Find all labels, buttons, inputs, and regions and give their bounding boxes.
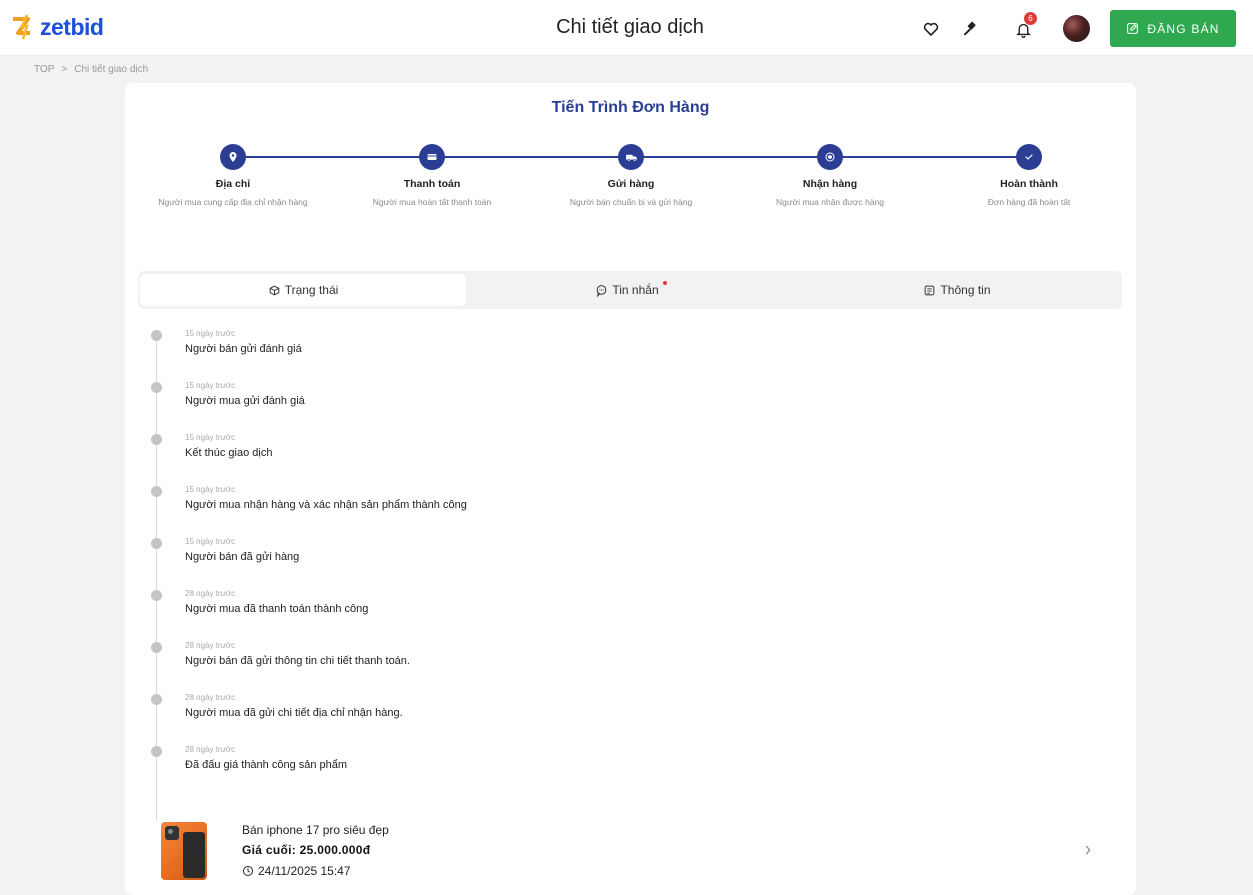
chat-icon xyxy=(597,284,607,297)
step-desc: Người mua hoàn tất thanh toán xyxy=(372,197,492,207)
timeline-item: 15 ngày trước Kết thúc giao dịch xyxy=(145,430,1105,482)
edit-icon xyxy=(1127,23,1139,34)
product-price: Giá cuối: 25.000.000đ xyxy=(242,843,371,857)
tab-label: Thông tin xyxy=(940,283,991,297)
chevron-right-icon[interactable] xyxy=(1080,840,1096,860)
timeline-item: 15 ngày trước Người mua nhận hàng và xác… xyxy=(145,482,1105,534)
timeline-item: 15 ngày trước Người bán gửi đánh giá xyxy=(145,326,1105,378)
unread-dot xyxy=(662,281,667,285)
timeline-time: 28 ngày trước xyxy=(185,589,236,598)
timeline-text: Kết thúc giao dịch xyxy=(185,447,273,459)
timeline-text: Người bán đã gửi hàng xyxy=(185,551,300,563)
check-icon xyxy=(1016,144,1042,170)
step-complete: Hoàn thành Đơn hàng đã hoàn tất xyxy=(934,144,1124,209)
timeline-time: 15 ngày trước xyxy=(185,433,236,442)
step-desc: Người mua cung cấp địa chỉ nhận hàng xyxy=(158,197,308,207)
timeline-dot xyxy=(151,538,162,549)
tab-status[interactable]: Trạng thái xyxy=(140,274,466,306)
clock-icon xyxy=(243,866,253,876)
timeline-dot xyxy=(151,382,162,393)
transaction-card: Tiến Trình Đơn Hàng Địa chỉ Người mua cu… xyxy=(125,83,1136,895)
logo-text: zetbid xyxy=(40,13,104,40)
product-image xyxy=(161,822,207,880)
card-icon xyxy=(419,144,445,170)
top-header: zetbid Chi tiết giao dịch 6 ĐĂNG BÁN xyxy=(0,0,1253,56)
camera-icon xyxy=(165,826,179,840)
timeline-text: Người bán đã gửi thông tin chi tiết than… xyxy=(185,655,410,667)
timeline-dot xyxy=(151,486,162,497)
timeline-dot xyxy=(151,590,162,601)
gavel-icon[interactable] xyxy=(960,18,982,40)
post-listing-button[interactable]: ĐĂNG BÁN xyxy=(1110,10,1236,47)
timeline-dot xyxy=(151,694,162,705)
tab-label: Tin nhắn xyxy=(612,283,659,297)
breadcrumb-separator: > xyxy=(61,64,68,75)
truck-icon xyxy=(618,144,644,170)
step-payment: Thanh toán Người mua hoàn tất thanh toán xyxy=(337,144,527,209)
breadcrumb-home[interactable]: TOP xyxy=(34,64,54,75)
step-desc: Người mua nhận được hàng xyxy=(775,197,885,207)
timeline-dot xyxy=(151,642,162,653)
heart-icon[interactable] xyxy=(920,18,942,40)
step-name: Gửi hàng xyxy=(607,178,655,190)
step-desc: Đơn hàng đã hoàn tất xyxy=(987,197,1071,207)
product-date-text: 24/11/2025 15:47 xyxy=(258,864,351,878)
timeline-text: Người mua đã gửi chi tiết địa chỉ nhận h… xyxy=(185,707,403,719)
timeline-time: 15 ngày trước xyxy=(185,329,236,338)
timeline-text: Người mua đã thanh toán thành công xyxy=(185,603,369,615)
timeline-text: Người mua gửi đánh giá xyxy=(185,395,305,407)
bell-icon[interactable]: 6 xyxy=(1012,12,1037,40)
timeline-item: 28 ngày trước Người mua đã gửi chi tiết … xyxy=(145,690,1105,742)
timeline-item: 28 ngày trước Người bán đã gửi thông tin… xyxy=(145,638,1105,690)
breadcrumb-current: Chi tiết giao dịch xyxy=(74,64,149,75)
tab-info[interactable]: Thông tin xyxy=(794,274,1120,306)
status-timeline: 15 ngày trước Người bán gửi đánh giá 15 … xyxy=(145,326,1105,821)
product-image-phone xyxy=(183,832,205,878)
timeline-time: 28 ngày trước xyxy=(185,693,236,702)
timeline-time: 28 ngày trước xyxy=(185,745,236,754)
timeline-item: 15 ngày trước Người bán đã gửi hàng xyxy=(145,534,1105,586)
timeline-item: 28 ngày trước Người mua đã thanh toán th… xyxy=(145,586,1105,638)
step-name: Nhận hàng xyxy=(802,178,858,190)
avatar[interactable] xyxy=(1063,15,1090,42)
breadcrumb: TOP > Chi tiết giao dịch xyxy=(34,64,148,75)
timeline-item: 28 ngày trước Đã đấu giá thành công sản … xyxy=(145,742,1105,794)
timeline-dot xyxy=(151,434,162,445)
timeline-text: Người bán gửi đánh giá xyxy=(185,343,302,355)
timeline-item: 15 ngày trước Người mua gửi đánh giá xyxy=(145,378,1105,430)
timeline-time: 15 ngày trước xyxy=(185,537,236,546)
tab-label: Trạng thái xyxy=(284,283,339,297)
step-desc: Người bán chuẩn bị và gửi hàng xyxy=(569,197,693,207)
tab-bar: Trạng thái Tin nhắn Thông tin xyxy=(138,271,1122,309)
timeline-time: 15 ngày trước xyxy=(185,485,236,494)
step-shipping: Gửi hàng Người bán chuẩn bị và gửi hàng xyxy=(536,144,726,209)
step-name: Hoàn thành xyxy=(1000,178,1058,190)
timeline-time: 15 ngày trước xyxy=(185,381,236,390)
page-title: Chi tiết giao dịch xyxy=(556,16,704,38)
timeline-time: 28 ngày trước xyxy=(185,641,236,650)
post-button-label: ĐĂNG BÁN xyxy=(1147,21,1220,36)
status-icon xyxy=(269,285,280,295)
step-receive: Nhận hàng Người mua nhận được hàng xyxy=(735,144,925,209)
box-icon xyxy=(817,144,843,170)
timeline-text: Người mua nhận hàng và xác nhận sản phẩm… xyxy=(185,499,467,511)
timeline-text: Đã đấu giá thành công sản phẩm xyxy=(185,759,348,771)
step-address: Địa chỉ Người mua cung cấp địa chỉ nhận … xyxy=(138,144,328,209)
notification-badge: 6 xyxy=(1024,12,1037,25)
step-name: Thanh toán xyxy=(403,178,461,190)
timeline-dot xyxy=(151,330,162,341)
step-name: Địa chỉ xyxy=(215,178,251,190)
location-pin-icon xyxy=(220,144,246,170)
product-date: 24/11/2025 15:47 xyxy=(242,864,351,878)
info-icon xyxy=(925,285,935,295)
progress-title: Tiến Trình Đơn Hàng xyxy=(551,99,710,116)
timeline-dot xyxy=(151,746,162,757)
logo-mark-icon xyxy=(13,14,30,40)
tab-messages[interactable]: Tin nhắn xyxy=(468,274,794,306)
product-name: Bán iphone 17 pro siêu đẹp xyxy=(242,823,389,837)
zetbid-logo[interactable]: zetbid xyxy=(10,12,104,42)
product-summary[interactable]: Bán iphone 17 pro siêu đẹp Giá cuối: 25.… xyxy=(155,816,1105,886)
